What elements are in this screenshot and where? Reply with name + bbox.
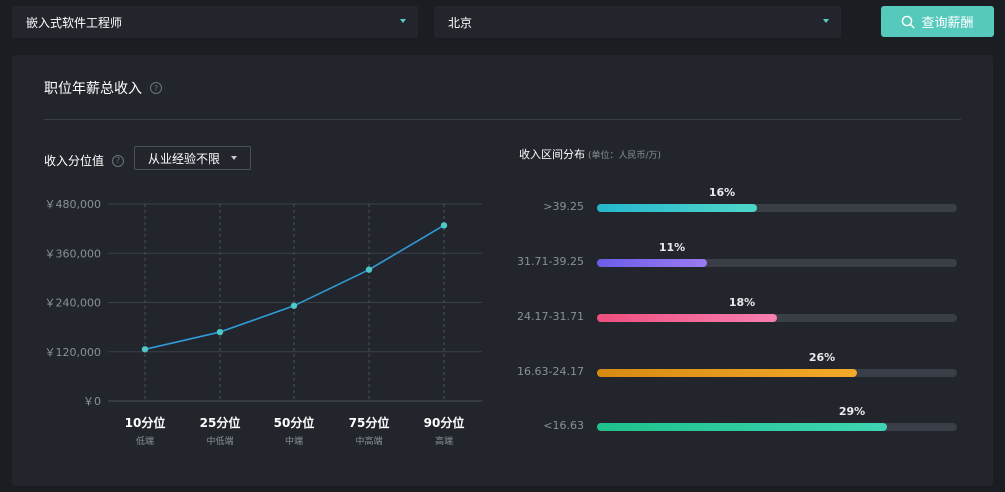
distribution-bar xyxy=(597,314,777,322)
distribution-percent-label: 26% xyxy=(808,351,836,364)
x-tick-sublabel: 高端 xyxy=(435,435,453,447)
distribution-range-label: >39.25 xyxy=(543,200,584,213)
distribution-title-text: 收入区间分布 xyxy=(519,148,585,161)
distribution-bar xyxy=(597,259,707,267)
data-point xyxy=(216,328,224,336)
distribution-bar xyxy=(597,369,857,377)
x-tick-sublabel: 中端 xyxy=(285,435,303,447)
x-tick-label: 50分位 xyxy=(274,415,315,430)
distribution-range-label: 24.17-31.71 xyxy=(517,310,584,323)
x-tick-label: 10分位 xyxy=(125,415,166,430)
distribution-bar xyxy=(597,423,887,431)
y-tick-label: ￥360,000 xyxy=(45,247,102,260)
data-point xyxy=(141,346,149,353)
x-tick-label: 25分位 xyxy=(200,415,241,430)
distribution-track xyxy=(597,259,957,267)
distribution-range-label: 31.71-39.25 xyxy=(517,255,584,268)
distribution-track xyxy=(597,204,957,212)
distribution-title: 收入区间分布 (单位：人民币/万) xyxy=(519,146,661,162)
distribution-track xyxy=(597,423,957,431)
distribution-row: 24.17-31.71 18% xyxy=(502,296,972,328)
x-tick-sublabel: 中高端 xyxy=(355,435,382,447)
distribution-track xyxy=(597,369,957,377)
y-tick-label: ￥0 xyxy=(83,395,101,408)
distribution-unit: (单位：人民币/万) xyxy=(588,151,662,161)
job-select[interactable]: 嵌入式软件工程师 xyxy=(12,6,418,38)
distribution-track xyxy=(597,314,957,322)
distribution-row: <16.63 29% xyxy=(502,405,972,437)
distribution-row: 16.63-24.17 26% xyxy=(502,351,972,383)
distribution-percent-label: 18% xyxy=(728,296,756,309)
distribution-percent-label: 11% xyxy=(658,241,686,254)
percentile-line-chart: ￥0 ￥120,000 ￥240,000 ￥360,000 ￥480,000 10分位低端… xyxy=(45,198,482,447)
chevron-down-icon xyxy=(823,19,829,23)
x-tick-sublabel: 低端 xyxy=(136,435,154,447)
search-icon xyxy=(902,15,915,29)
y-tick-label: ￥480,000 xyxy=(45,198,102,211)
distribution-row: 31.71-39.25 11% xyxy=(502,241,972,273)
data-point xyxy=(290,302,298,309)
x-tick-label: 90分位 xyxy=(424,415,465,430)
distribution-range-label: 16.63-24.17 xyxy=(517,365,584,378)
distribution-row: >39.25 16% xyxy=(502,186,972,218)
distribution-percent-label: 16% xyxy=(708,186,736,199)
chevron-down-icon xyxy=(400,19,406,23)
data-point xyxy=(440,222,448,229)
job-select-value: 嵌入式软件工程师 xyxy=(26,15,123,30)
salary-card: 职位年薪总收入 ? 收入分位值 ? 从业经验不限 ￥0 ￥120,000 ￥240,… xyxy=(12,55,993,486)
distribution-bar xyxy=(597,204,757,212)
search-button-label: 查询薪酬 xyxy=(921,16,974,31)
distribution-range-label: <16.63 xyxy=(543,419,584,432)
search-salary-button[interactable]: 查询薪酬 xyxy=(881,6,994,37)
x-tick-label: 75分位 xyxy=(349,415,390,430)
city-select[interactable]: 北京 xyxy=(434,6,841,38)
city-select-value: 北京 xyxy=(448,15,473,30)
data-point xyxy=(365,266,373,273)
x-tick-sublabel: 中低端 xyxy=(206,435,233,447)
distribution-percent-label: 29% xyxy=(838,405,866,418)
y-tick-label: ￥240,000 xyxy=(45,297,102,310)
y-tick-label: ￥120,000 xyxy=(45,346,102,359)
